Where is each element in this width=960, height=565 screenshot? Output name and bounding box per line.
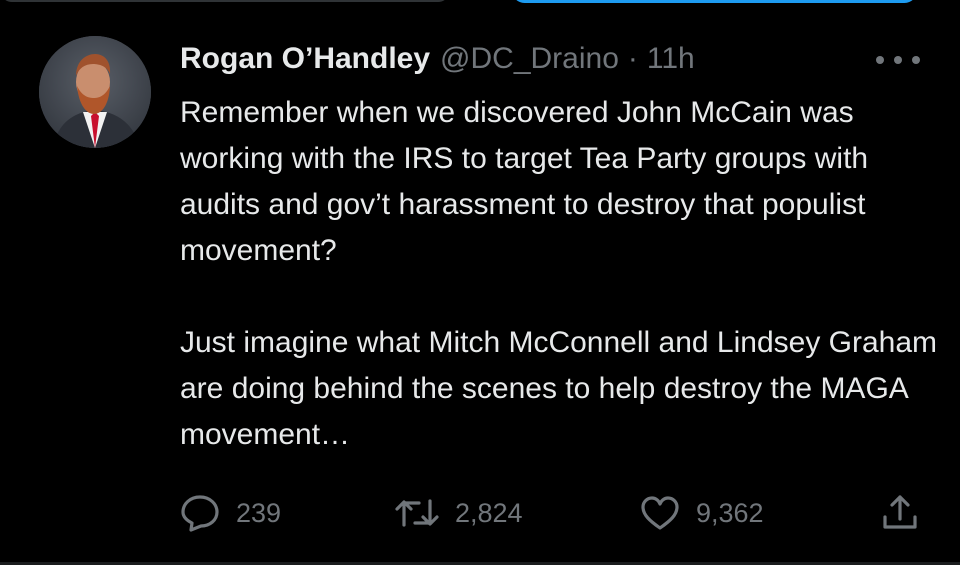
- more-icon[interactable]: [876, 50, 920, 70]
- like-button[interactable]: 9,362: [640, 490, 764, 536]
- tweet-timestamp[interactable]: 11h: [647, 42, 695, 76]
- more-dot: [894, 56, 902, 64]
- retweet-count: 2,824: [455, 497, 523, 528]
- reply-icon: [181, 495, 219, 532]
- retweet-icon: [395, 499, 439, 527]
- avatar[interactable]: [39, 36, 151, 148]
- top-pill-button[interactable]: [512, 0, 917, 3]
- like-count: 9,362: [696, 497, 764, 528]
- tweet-header: Rogan O’Handley @DC_Draino · 11h: [180, 38, 695, 80]
- tweet-paragraph: Remember when we discovered John McCain …: [180, 96, 869, 267]
- tweet-text: Remember when we discovered John McCain …: [180, 90, 940, 458]
- reply-button[interactable]: 239: [180, 490, 281, 536]
- tweet-actions: 239 2,824 9,362: [180, 490, 920, 536]
- more-dot: [876, 56, 884, 64]
- heart-icon: [641, 496, 679, 530]
- separator-dot: ·: [627, 42, 638, 75]
- retweet-button[interactable]: 2,824: [395, 490, 523, 536]
- tweet-paragraph: Just imagine what Mitch McConnell and Li…: [180, 326, 938, 451]
- more-dot: [912, 56, 920, 64]
- user-handle[interactable]: @DC_Draino: [440, 42, 619, 76]
- share-icon: [883, 495, 917, 529]
- share-button[interactable]: [880, 490, 920, 536]
- display-name[interactable]: Rogan O’Handley: [180, 42, 430, 76]
- reply-count: 239: [236, 497, 282, 528]
- top-pill-outline[interactable]: [0, 0, 450, 2]
